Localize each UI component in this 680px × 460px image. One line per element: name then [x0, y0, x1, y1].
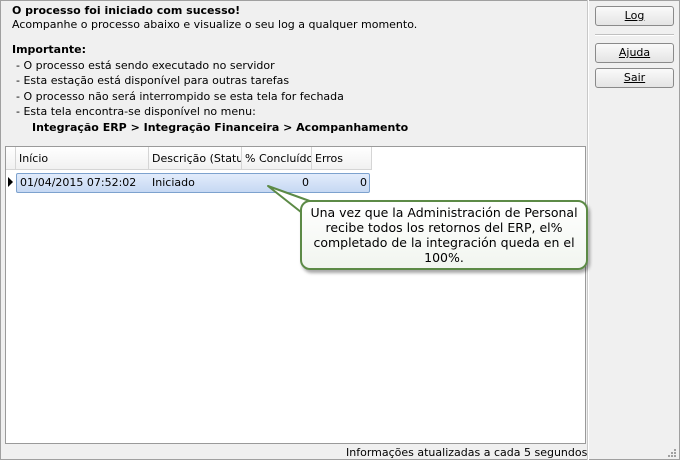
menu-path: Integração ERP > Integração Financeira >…	[32, 121, 409, 134]
cell-concluido: 0	[302, 176, 309, 189]
button-separator	[595, 34, 674, 36]
column-header-erros[interactable]: Erros	[312, 147, 372, 170]
bullet-server: - O processo está sendo executado no ser…	[16, 59, 275, 72]
info-panel: O processo foi iniciado com sucesso! Aco…	[5, 2, 583, 138]
bullet-station: - Esta estação está disponível para outr…	[16, 74, 290, 87]
column-header-descricao[interactable]: Descrição (Status)	[149, 147, 242, 170]
callout-line-1: Una vez que la Administración de Persona…	[310, 205, 578, 220]
row-indicator-header	[6, 147, 16, 170]
column-header-inicio[interactable]: Início	[16, 147, 149, 170]
callout-line-2: recibe todos los retornos del ERP, el%	[325, 220, 563, 235]
grid-header: Início Descrição (Status) % Concluído Er…	[6, 147, 372, 170]
cell-erros: 0	[360, 176, 367, 189]
table-row[interactable]: 01/04/2015 07:52:02 Iniciado 0 0	[16, 173, 370, 193]
callout-line-3: completado de la integración queda en el	[313, 235, 575, 250]
resize-grip-icon[interactable]	[666, 447, 676, 457]
status-bar-text: Informações atualizadas a cada 5 segundo…	[346, 446, 588, 459]
process-grid[interactable]: Início Descrição (Status) % Concluído Er…	[5, 146, 586, 444]
important-heading: Importante:	[12, 43, 87, 56]
subtitle: Acompanhe o processo abaixo e visualize …	[12, 18, 418, 31]
help-button[interactable]: Ajuda	[595, 43, 674, 63]
annotation-callout: Una vez que la Administración de Persona…	[300, 200, 588, 270]
success-title: O processo foi iniciado com sucesso!	[12, 4, 241, 17]
cell-descricao: Iniciado	[152, 176, 195, 189]
callout-line-4: 100%.	[424, 250, 464, 265]
cell-inicio: 01/04/2015 07:52:02	[20, 176, 137, 189]
bullet-menu: - Esta tela encontra-se disponível no me…	[16, 105, 256, 118]
column-header-concluido[interactable]: % Concluído	[242, 147, 312, 170]
log-button[interactable]: Log	[595, 6, 674, 26]
bullet-not-interrupted: - O processo não será interrompido se es…	[16, 90, 344, 103]
exit-button[interactable]: Sair	[595, 68, 674, 88]
current-row-arrow-icon	[8, 177, 13, 187]
